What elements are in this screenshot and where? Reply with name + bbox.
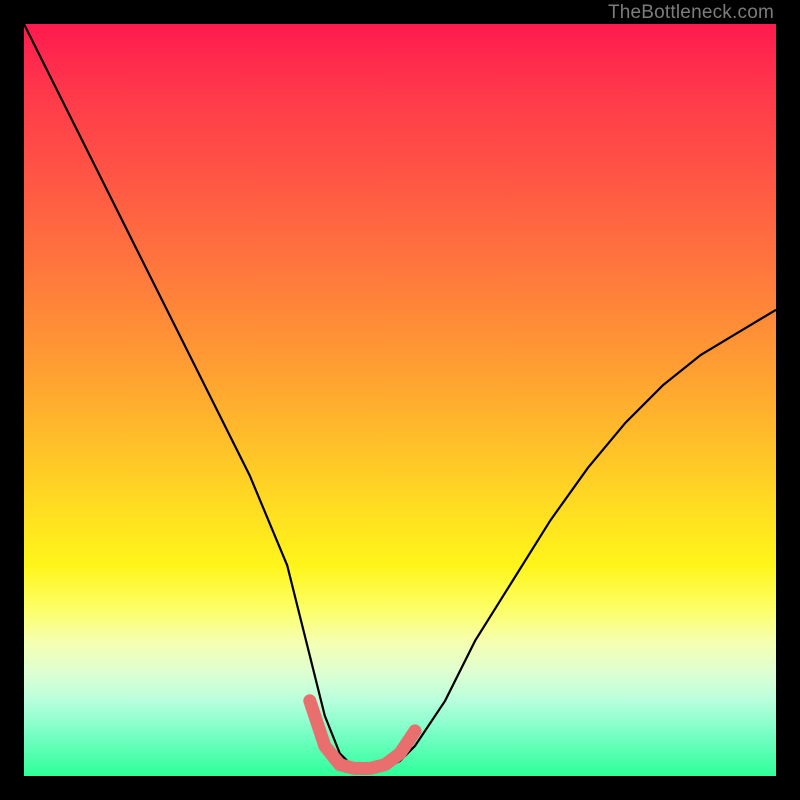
watermark-text: TheBottleneck.com [608, 2, 774, 24]
bottleneck-curve-line [24, 24, 776, 769]
chart-svg [24, 24, 776, 776]
plot-area [24, 24, 776, 776]
chart-frame: TheBottleneck.com [0, 0, 800, 800]
bottleneck-minimum-band [310, 701, 415, 769]
